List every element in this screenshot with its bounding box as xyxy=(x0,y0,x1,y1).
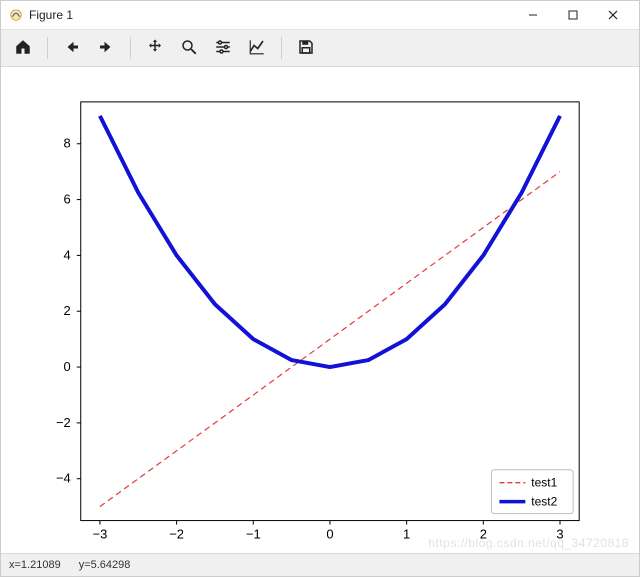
ytick-label: 6 xyxy=(64,192,71,207)
minimize-button[interactable] xyxy=(513,1,553,29)
xtick-label: 1 xyxy=(403,527,410,542)
window-title: Figure 1 xyxy=(29,8,73,22)
axes-edit-button[interactable] xyxy=(241,32,273,64)
arrow-right-icon xyxy=(97,38,115,59)
toolbar-divider xyxy=(281,37,282,59)
status-y: y=5.64298 xyxy=(79,559,131,571)
zoom-button[interactable] xyxy=(173,32,205,64)
xtick-label: −2 xyxy=(169,527,184,542)
ytick-label: 8 xyxy=(64,136,71,151)
home-button[interactable] xyxy=(7,32,39,64)
legend: test1 test2 xyxy=(491,470,573,514)
ytick-label: 4 xyxy=(64,247,71,262)
plot-canvas[interactable]: −3 −2 −1 0 1 2 3 −4 −2 0 2 4 xyxy=(1,67,639,553)
ytick-label: −4 xyxy=(56,471,71,486)
pan-button[interactable] xyxy=(139,32,171,64)
save-button[interactable] xyxy=(290,32,322,64)
figure-window: Figure 1 xyxy=(0,0,640,577)
legend-label-1: test1 xyxy=(531,476,557,490)
save-icon xyxy=(297,38,315,59)
maximize-button[interactable] xyxy=(553,1,593,29)
back-button[interactable] xyxy=(56,32,88,64)
app-icon xyxy=(9,8,23,22)
toolbar xyxy=(1,29,639,67)
zoom-icon xyxy=(180,38,198,59)
plot-svg: −3 −2 −1 0 1 2 3 −4 −2 0 2 4 xyxy=(1,67,639,554)
sliders-icon xyxy=(214,38,232,59)
home-icon xyxy=(14,38,32,59)
arrow-left-icon xyxy=(63,38,81,59)
xtick-label: 0 xyxy=(326,527,333,542)
subplots-button[interactable] xyxy=(207,32,239,64)
xtick-label: 2 xyxy=(480,527,487,542)
series-test2 xyxy=(100,116,560,367)
ytick-label: −2 xyxy=(56,415,71,430)
ytick-label: 2 xyxy=(64,303,71,318)
titlebar: Figure 1 xyxy=(1,1,639,29)
toolbar-divider xyxy=(130,37,131,59)
status-x: x=1.21089 xyxy=(9,559,61,571)
move-icon xyxy=(146,38,164,59)
ytick-label: 0 xyxy=(64,359,71,374)
toolbar-divider xyxy=(47,37,48,59)
xtick-label: −1 xyxy=(246,527,261,542)
xtick-label: −3 xyxy=(93,527,108,542)
legend-label-2: test2 xyxy=(531,495,557,509)
forward-button[interactable] xyxy=(90,32,122,64)
xtick-label: 3 xyxy=(556,527,563,542)
chart-line-icon xyxy=(248,38,266,59)
series-test1 xyxy=(100,172,560,507)
statusbar: x=1.21089 y=5.64298 xyxy=(1,553,639,576)
close-button[interactable] xyxy=(593,1,633,29)
